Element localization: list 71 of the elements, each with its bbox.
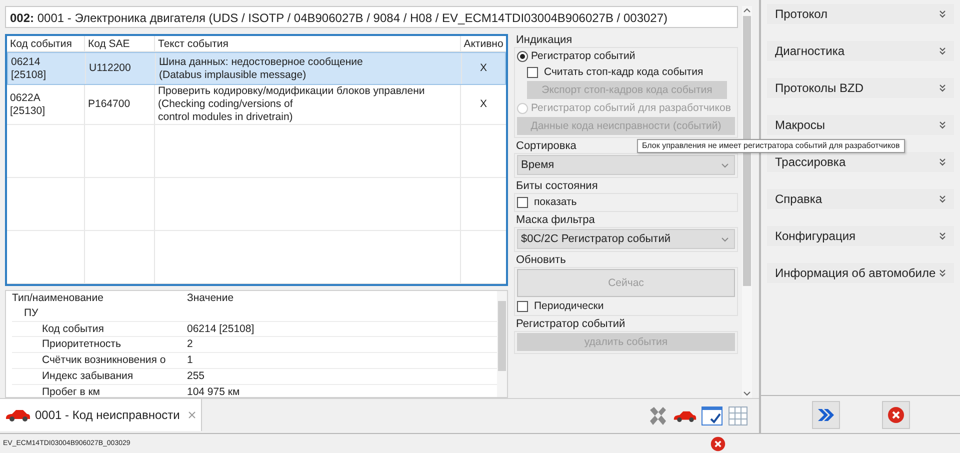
- group-label: Маска фильтра: [515, 214, 595, 227]
- property-name: Код события: [41, 322, 105, 336]
- dropdown-caret-icon: [721, 162, 729, 168]
- double-chevron-icon: [939, 158, 946, 166]
- forward-button[interactable]: [812, 400, 840, 428]
- table-cell: P164700: [85, 85, 155, 124]
- double-chevron-icon: [939, 195, 946, 203]
- group-label: Сортировка: [515, 140, 576, 153]
- sidebar-section[interactable]: Конфигурация: [767, 226, 954, 246]
- property-value: 104 975 км: [187, 384, 241, 400]
- close-icon: [886, 406, 904, 424]
- checkbox-option[interactable]: показать: [517, 195, 735, 209]
- column-header: Тип/наименование: [12, 291, 104, 306]
- group-label: Биты состояния: [515, 180, 598, 193]
- table-cell: 0622A [25130]: [7, 85, 85, 124]
- scrollbar[interactable]: [497, 291, 507, 397]
- property-name: Пробег в км: [41, 384, 102, 400]
- error-icon: [710, 436, 726, 452]
- car-icon: [5, 408, 31, 422]
- table-cell: U112200: [86, 53, 156, 84]
- sidebar-section[interactable]: Диагностика: [767, 41, 954, 61]
- double-chevron-icon: [816, 408, 834, 422]
- event-row[interactable]: 0622A [25130] P164700 Проверить кодировку/модификации блоков управлени (Checking coding/versions of control modules in drivetrain) X: [7, 85, 506, 125]
- scroll-down-icon[interactable]: [742, 390, 752, 398]
- close-icon[interactable]: [188, 411, 196, 419]
- property-name: Индекс забывания: [41, 368, 134, 384]
- event-row[interactable]: 06214 [25108] U112200 Шина данных: недостоверное сообщение (Databus implausible message) X: [7, 52, 506, 85]
- cancel-button[interactable]: [882, 400, 910, 428]
- sidebar-section[interactable]: Макросы: [767, 115, 954, 135]
- double-chevron-icon: [939, 10, 946, 18]
- dropdown[interactable]: Время: [517, 155, 735, 175]
- scroll-up-icon[interactable]: [742, 6, 752, 14]
- checkbox-option[interactable]: Считать стоп-кадр кода события: [517, 65, 735, 79]
- property-name: Счётчик возникновения о: [41, 353, 167, 368]
- sidebar-section[interactable]: Трассировка: [767, 152, 954, 172]
- group-label: Регистратор событий: [515, 318, 626, 331]
- double-chevron-icon: [939, 47, 946, 55]
- column-header[interactable]: Код события: [7, 36, 85, 51]
- module-title-field: 002: 0001 - Электроника двигателя (UDS / ISOTP / 04B906027B / 9084 / H08 / EV_ECM14TDI03004B906027B / 003027): [5, 6, 738, 28]
- property-name: Приоритетность: [41, 337, 122, 352]
- property-value: 255: [187, 368, 206, 384]
- property-value: 2: [187, 337, 194, 352]
- sidebar-section[interactable]: Справка: [767, 189, 954, 209]
- table-cell-text: X: [478, 61, 488, 76]
- table-cell: Проверить кодировку/модификации блоков управлени (Checking coding/versions of control modules in drivetrain): [155, 85, 461, 124]
- table-cell-text: X: [478, 97, 488, 112]
- double-chevron-icon: [939, 232, 946, 240]
- column-header[interactable]: Код SAE: [85, 36, 155, 51]
- dropdown-caret-icon: [721, 236, 729, 242]
- table-cell: 06214 [25108]: [8, 53, 86, 84]
- checked-window-icon[interactable]: [701, 405, 723, 427]
- table-cell: Шина данных: недостоверное сообщение (Databus implausible message): [156, 53, 462, 84]
- double-chevron-icon: [939, 269, 946, 277]
- group-label: Обновить: [515, 254, 566, 267]
- sidebar-section[interactable]: Информация об автомобиле: [767, 263, 954, 283]
- column-header: Значение: [187, 291, 235, 306]
- sidebar-section[interactable]: Протокол: [767, 4, 954, 24]
- group-label: Индикация: [515, 34, 572, 47]
- dropdown[interactable]: $0C/2C Регистратор событий: [517, 229, 735, 249]
- checkbox-option[interactable]: Периодически: [517, 299, 735, 313]
- document-tab[interactable]: 0001 - Код неисправности: [0, 399, 202, 431]
- tree-group-label[interactable]: ПУ: [12, 306, 199, 321]
- double-chevron-icon: [939, 84, 946, 92]
- sidebar-section[interactable]: Протоколы BZD: [767, 78, 954, 98]
- column-header[interactable]: Текст события: [155, 36, 461, 51]
- column-header[interactable]: Активно: [461, 36, 506, 51]
- property-value: 1: [187, 353, 194, 368]
- tooltip: Блок управления не имеет регистратора событий для разработчиков: [637, 139, 905, 153]
- double-chevron-icon: [939, 121, 946, 129]
- radio-option[interactable]: Регистратор событий: [517, 49, 735, 63]
- property-value: 06214 [25108]: [187, 322, 256, 336]
